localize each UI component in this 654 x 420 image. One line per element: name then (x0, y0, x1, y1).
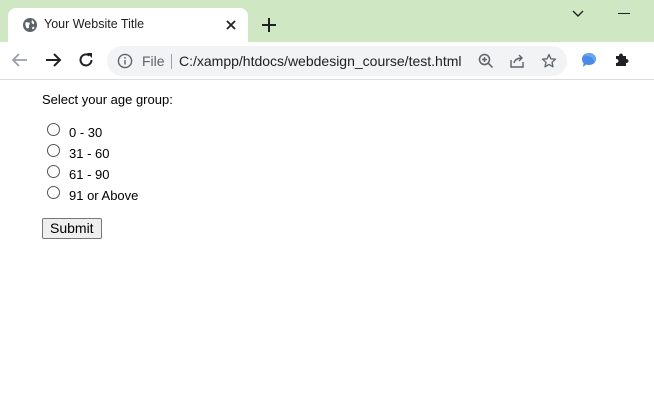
submit-button[interactable]: Submit (42, 218, 102, 239)
address-separator (171, 54, 172, 69)
bookmark-star-icon[interactable] (541, 53, 557, 69)
tab-title: Your Website Title (44, 17, 145, 31)
extension-chat-icon[interactable] (580, 51, 598, 69)
reload-icon[interactable] (76, 50, 96, 70)
close-icon (226, 20, 236, 30)
option-label: 0 - 30 (69, 125, 103, 140)
option-label: 61 - 90 (69, 167, 110, 182)
back-arrow-icon[interactable] (10, 50, 30, 70)
close-tab-button[interactable] (222, 16, 240, 34)
option-label: 31 - 60 (69, 146, 110, 161)
radio-button[interactable] (47, 123, 60, 136)
page-content: Select your age group: 0 - 30 31 - 60 61… (0, 80, 654, 420)
share-icon[interactable] (509, 53, 525, 69)
forward-arrow-icon[interactable] (43, 50, 63, 70)
radio-button[interactable] (47, 165, 60, 178)
zoom-icon[interactable] (478, 53, 494, 69)
new-tab-button[interactable] (258, 14, 280, 36)
address-bar[interactable]: File C:/xampp/htdocs/webdesign_course/te… (107, 46, 567, 76)
browser-toolbar: File C:/xampp/htdocs/webdesign_course/te… (0, 42, 654, 80)
globe-icon (23, 18, 37, 32)
address-url[interactable]: C:/xampp/htdocs/webdesign_course/test.ht… (179, 53, 461, 69)
tab-search-chevron-icon[interactable] (570, 6, 586, 22)
address-scheme-label: File (142, 53, 165, 69)
tab-strip: Your Website Title (0, 0, 654, 42)
extensions-puzzle-icon[interactable] (613, 51, 631, 69)
option-label: 91 or Above (69, 188, 139, 203)
radio-button[interactable] (47, 144, 60, 157)
radio-button[interactable] (47, 186, 60, 199)
age-group-question: Select your age group: (42, 92, 173, 107)
browser-tab[interactable]: Your Website Title (8, 8, 248, 42)
minimize-button[interactable] (618, 13, 630, 15)
info-icon[interactable] (117, 53, 133, 69)
